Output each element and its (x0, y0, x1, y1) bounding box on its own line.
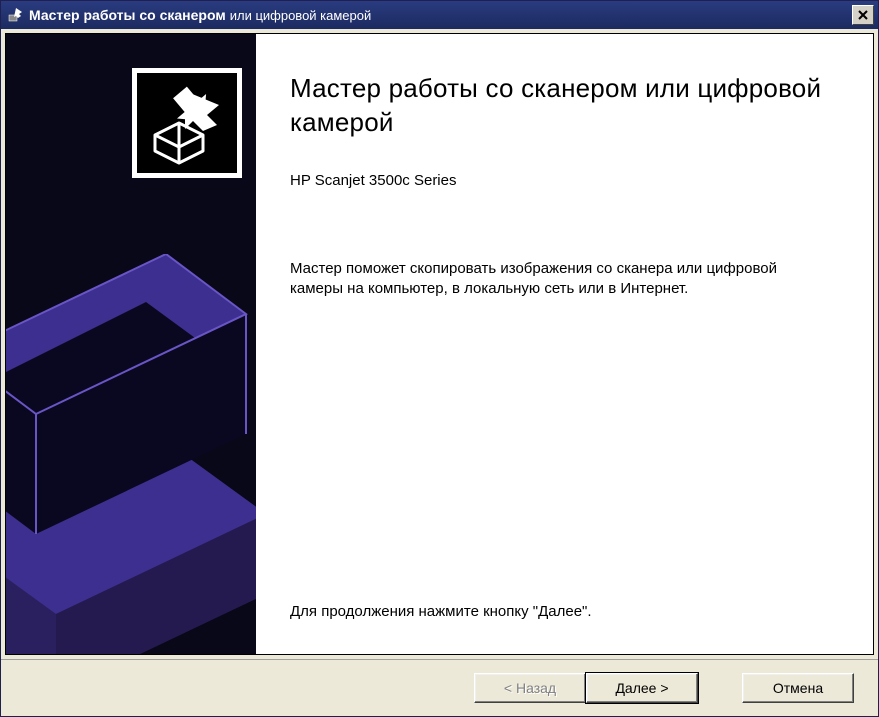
wizard-sidebar (6, 34, 256, 654)
continue-hint: Для продолжения нажмите кнопку "Далее". (290, 603, 839, 620)
cancel-button[interactable]: Отмена (742, 673, 854, 703)
scanner-illustration-icon (6, 254, 256, 654)
next-button[interactable]: Далее > (586, 673, 698, 703)
device-name: HP Scanjet 3500c Series (290, 172, 839, 189)
back-button: < Назад (474, 673, 586, 703)
wizard-content: Мастер работы со сканером или цифровой к… (256, 34, 873, 654)
wizard-button-row: < Назад Далее > Отмена (1, 659, 878, 716)
close-button[interactable] (852, 5, 874, 25)
wizard-body: Мастер работы со сканером или цифровой к… (5, 33, 874, 655)
wizard-description: Мастер поможет скопировать изображения с… (290, 259, 830, 300)
wizard-window: Мастер работы со сканером или цифровой к… (0, 0, 879, 717)
export-arrow-icon (7, 7, 23, 23)
window-title-sub: или цифровой камерой (230, 8, 372, 23)
wizard-heading: Мастер работы со сканером или цифровой к… (290, 72, 839, 140)
nav-button-group: < Назад Далее > (474, 673, 698, 703)
close-icon (858, 10, 868, 20)
titlebar: Мастер работы со сканером или цифровой к… (1, 1, 878, 29)
window-title-main: Мастер работы со сканером (29, 7, 226, 23)
export-arrow-icon (132, 68, 242, 178)
